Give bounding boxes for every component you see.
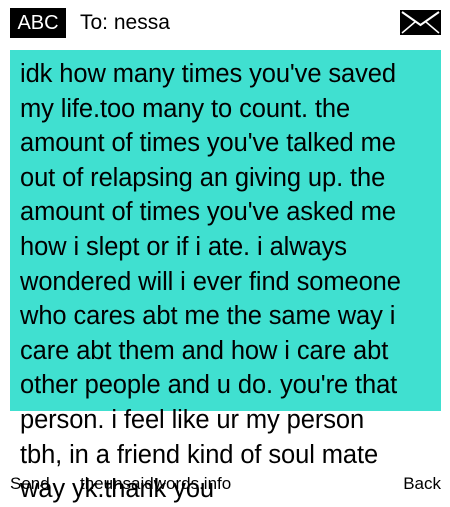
website-label: theunsaidwords.info — [80, 474, 232, 493]
input-mode-badge: ABC — [10, 8, 66, 38]
send-softkey[interactable]: Send — [10, 472, 50, 496]
header: ABC To: nessa — [0, 0, 450, 46]
envelope-icon — [400, 10, 441, 35]
recipient-field[interactable]: To: nessa — [80, 8, 170, 38]
message-body[interactable]: idk how many times you've saved my life.… — [20, 57, 446, 507]
softkey-bar: Send theunsaidwords.info Back — [0, 472, 450, 500]
back-softkey[interactable]: Back — [403, 472, 441, 496]
